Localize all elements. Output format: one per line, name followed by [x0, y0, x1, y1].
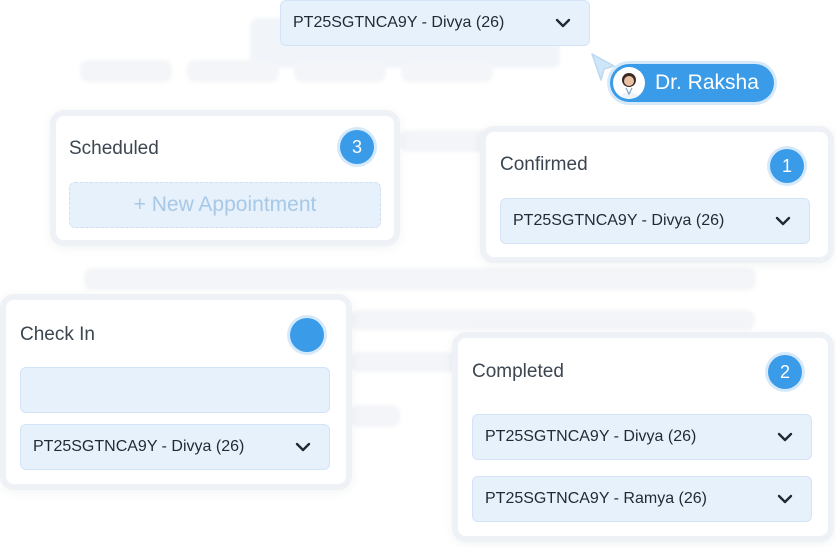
- background-placeholder: [187, 60, 279, 82]
- background-placeholder: [294, 60, 386, 82]
- scheduled-column: Scheduled 3 + New Appointment: [50, 110, 400, 246]
- confirmed-column: Confirmed 1 PT25SGTNCA9Y - Divya (26): [480, 126, 834, 263]
- scheduled-count-badge: 3: [340, 130, 374, 164]
- appointment-select[interactable]: PT25SGTNCA9Y - Divya (26): [500, 198, 810, 244]
- chevron-down-icon: [777, 494, 793, 504]
- new-appointment-button[interactable]: + New Appointment: [69, 182, 381, 228]
- background-placeholder: [350, 352, 460, 372]
- completed-title: Completed: [472, 361, 564, 382]
- chevron-down-icon: [295, 442, 311, 452]
- appointment-select[interactable]: PT25SGTNCA9Y - Divya (26): [20, 424, 330, 470]
- appointment-label: PT25SGTNCA9Y - Ramya (26): [485, 490, 707, 507]
- background-placeholder: [350, 310, 755, 330]
- confirmed-title: Confirmed: [500, 154, 588, 175]
- chevron-down-icon: [777, 432, 793, 442]
- completed-count-badge: 2: [768, 355, 802, 389]
- scheduled-title: Scheduled: [69, 138, 159, 159]
- appointment-select[interactable]: PT25SGTNCA9Y - Ramya (26): [472, 476, 812, 522]
- patient-select-value: PT25SGTNCA9Y - Divya (26): [293, 14, 505, 31]
- patient-select-top[interactable]: PT25SGTNCA9Y - Divya (26): [280, 0, 590, 46]
- drop-placeholder: [20, 367, 330, 413]
- appointment-label: PT25SGTNCA9Y - Divya (26): [513, 212, 725, 229]
- check-in-title: Check In: [20, 324, 95, 345]
- background-placeholder: [84, 268, 756, 290]
- background-placeholder: [350, 405, 400, 427]
- check-in-column: Check In PT25SGTNCA9Y - Divya (26): [0, 294, 352, 490]
- appointment-label: PT25SGTNCA9Y - Divya (26): [33, 438, 245, 455]
- doctor-name: Dr. Raksha: [655, 71, 759, 94]
- check-in-count-badge: [290, 318, 324, 352]
- appointment-select[interactable]: PT25SGTNCA9Y - Divya (26): [472, 414, 812, 460]
- background-placeholder: [80, 60, 172, 82]
- appointment-label: PT25SGTNCA9Y - Divya (26): [485, 428, 697, 445]
- completed-column: Completed 2 PT25SGTNCA9Y - Divya (26) PT…: [452, 332, 834, 542]
- doctor-chip[interactable]: Dr. Raksha: [610, 64, 774, 102]
- chevron-down-icon: [775, 216, 791, 226]
- confirmed-count-badge: 1: [770, 149, 804, 183]
- background-placeholder: [401, 60, 493, 82]
- chevron-down-icon: [555, 18, 571, 28]
- doctor-avatar-icon: [613, 67, 645, 99]
